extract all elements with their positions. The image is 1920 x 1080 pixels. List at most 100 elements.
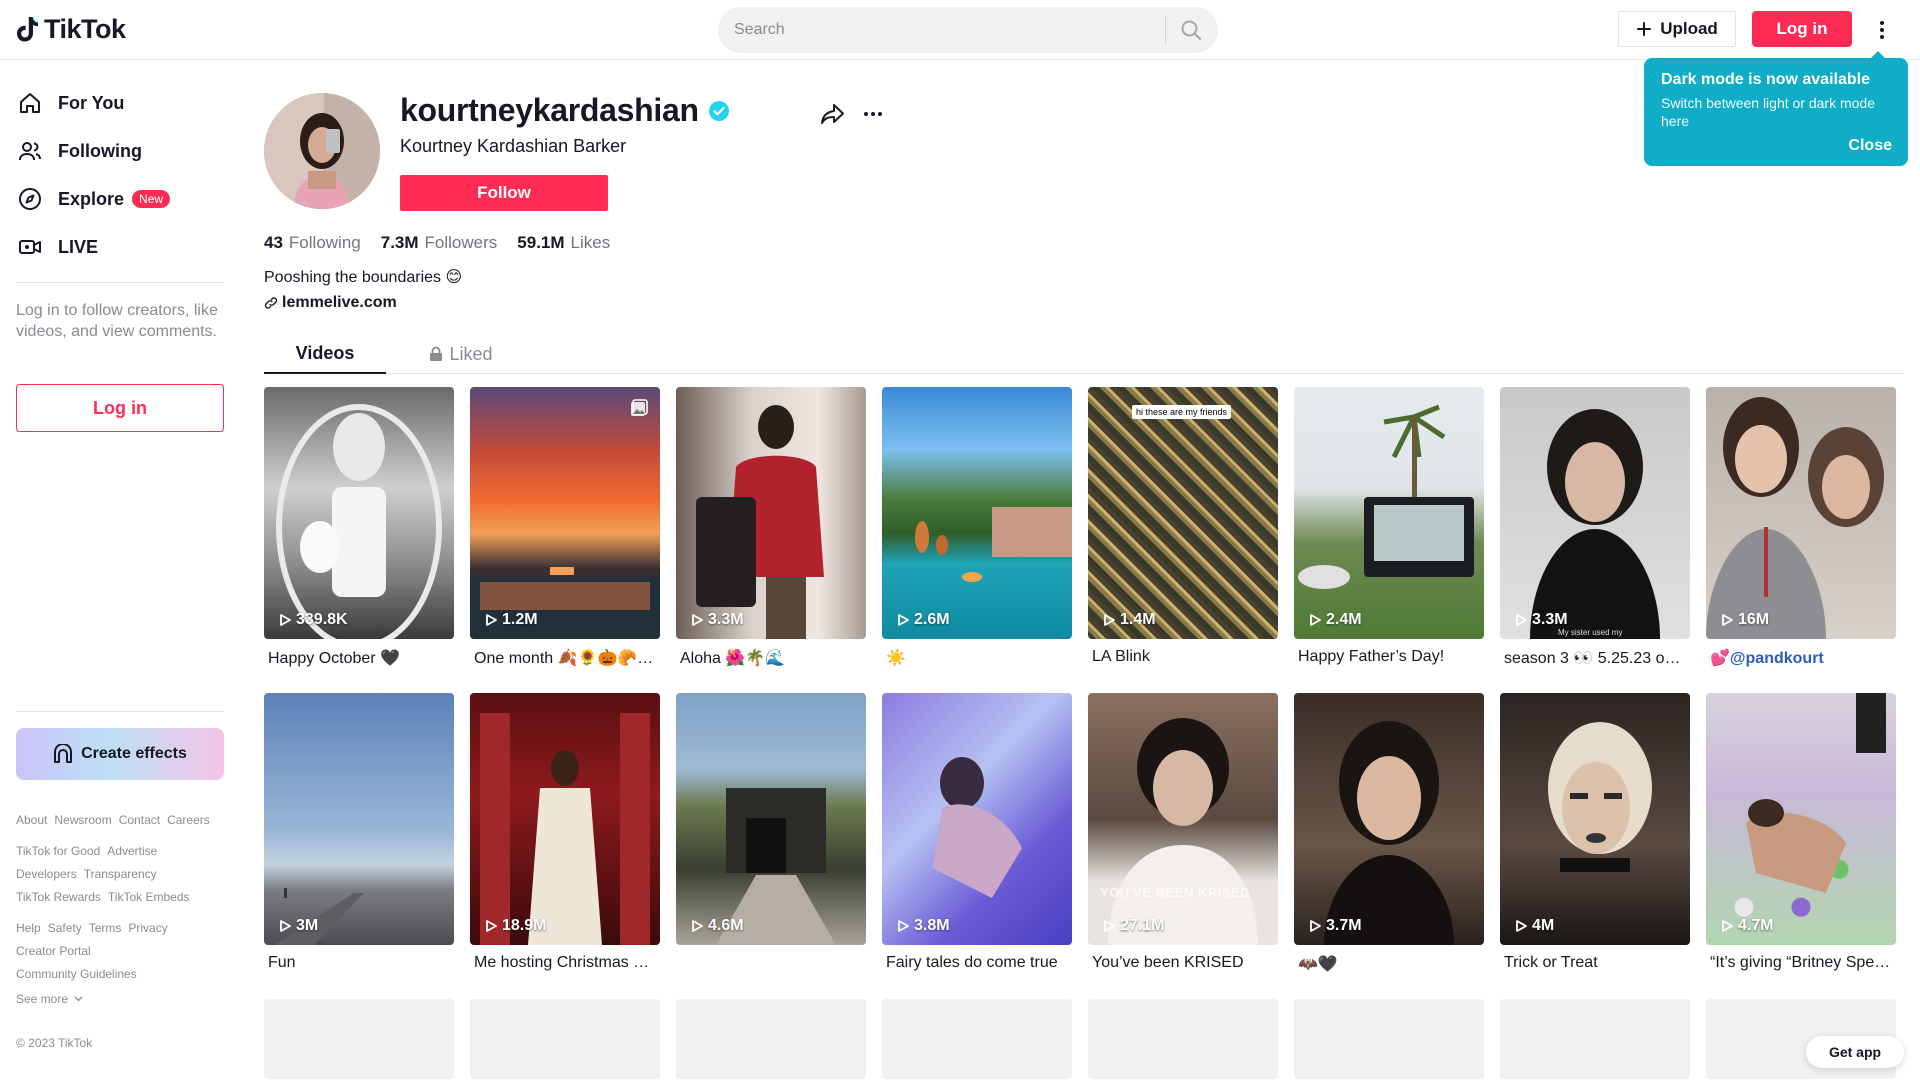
play-icon <box>1516 614 1527 626</box>
video-card[interactable]: 1.2M One month 🍂🌻🎃🥐🌰 <box>470 387 660 670</box>
effects-house-icon <box>54 744 73 763</box>
video-caption <box>676 954 862 976</box>
video-card[interactable]: 3.7M 🦇🖤 <box>1294 693 1484 976</box>
sidebar-item-following[interactable]: Following <box>16 131 142 171</box>
video-card[interactable]: 3M Fun <box>264 693 454 976</box>
footer-link[interactable]: Creator Portal <box>16 943 91 959</box>
sidebar-item-label: Explore <box>58 188 125 209</box>
footer-link[interactable]: Privacy <box>128 920 167 936</box>
play-icon <box>1516 920 1527 932</box>
header-login-button[interactable]: Log in <box>1752 11 1852 47</box>
sidebar-item-explore[interactable]: Explore New <box>16 179 171 219</box>
top-header: TikTok Upload Log in <box>0 0 1920 60</box>
play-icon <box>692 920 703 932</box>
profile-bio: Pooshing the boundaries 😊 <box>264 269 463 286</box>
upload-button[interactable]: Upload <box>1618 11 1736 47</box>
create-effects-label: Create effects <box>81 745 187 762</box>
view-count: 4.7M <box>1720 917 1774 935</box>
video-card[interactable]: hi these are my friends 1.4M LA Blink <box>1088 387 1278 670</box>
profile-more-icon[interactable] <box>864 112 882 116</box>
video-card[interactable]: YOU'VE BEEN KRISED 27.1M You’ve been KRI… <box>1088 693 1278 976</box>
footer-link[interactable]: Newsroom <box>54 812 111 828</box>
video-card[interactable]: My sister used my 3.3M season 3 👀 5.25.2… <box>1500 387 1690 670</box>
video-card[interactable]: 18.9M Me hosting Christmas Eve <box>470 693 660 976</box>
video-thumbnail: YOU'VE BEEN KRISED 27.1M <box>1088 693 1278 945</box>
home-icon <box>16 89 44 117</box>
video-overlay-text: hi these are my friends <box>1132 405 1232 419</box>
play-icon <box>1310 614 1321 626</box>
video-thumbnail: 3M <box>264 693 454 945</box>
create-effects-button[interactable]: Create effects <box>16 728 224 780</box>
compass-icon <box>16 185 44 213</box>
sidebar-item-live[interactable]: LIVE <box>16 227 98 267</box>
video-card[interactable]: 2.6M ☀️ <box>882 387 1072 670</box>
video-card[interactable]: 2.4M Happy Father’s Day! <box>1294 387 1484 670</box>
footer-link[interactable]: About <box>16 812 47 828</box>
footer-link[interactable]: Safety <box>48 920 82 936</box>
upload-label: Upload <box>1660 19 1718 38</box>
footer-links-row: Creator Portal <box>16 943 236 959</box>
video-card[interactable]: 4.7M “It’s giving “Britney Spears” <box>1706 693 1896 976</box>
video-caption[interactable]: 💕@pandkourt <box>1706 648 1892 670</box>
tab-videos[interactable]: Videos <box>264 334 386 374</box>
video-caption: Happy October 🖤 <box>268 650 400 667</box>
video-card[interactable]: 4.6M <box>676 693 866 976</box>
footer-link[interactable]: Community Guidelines <box>16 966 137 982</box>
likes-stat: 59.1M Likes <box>517 233 610 253</box>
see-more-button[interactable]: See more <box>16 992 83 1006</box>
view-count: 3.3M <box>690 611 744 629</box>
tiktok-logo[interactable]: TikTok <box>16 14 126 45</box>
video-thumbnail: hi these are my friends 1.4M <box>1088 387 1278 639</box>
footer-link[interactable]: Contact <box>119 812 160 828</box>
footer-link[interactable]: Developers <box>16 866 77 882</box>
tab-liked[interactable]: Liked <box>416 334 506 374</box>
video-card[interactable]: 16M 💕@pandkourt <box>1706 387 1896 670</box>
view-count: 2.4M <box>1308 611 1362 629</box>
followers-stat[interactable]: 7.3M Followers <box>381 233 498 253</box>
footer-link[interactable]: Transparency <box>84 866 157 882</box>
footer-link[interactable]: Terms <box>89 920 122 936</box>
profile-stats: 43 Following 7.3M Followers 59.1M Likes <box>264 233 610 253</box>
video-card[interactable]: 3.3M Aloha 🌺🌴🌊 <box>676 387 866 670</box>
video-card[interactable]: 4M Trick or Treat <box>1500 693 1690 976</box>
sidebar-item-label: LIVE <box>58 236 99 257</box>
sidebar-login-button[interactable]: Log in <box>16 384 224 432</box>
view-count: 27.1M <box>1102 917 1164 935</box>
play-icon <box>1104 920 1115 932</box>
sidebar-item-label: For You <box>58 92 125 113</box>
search-input[interactable] <box>718 21 1158 39</box>
profile-link[interactable]: lemmelive.com <box>264 294 397 312</box>
logo-text: TikTok <box>44 14 126 44</box>
photo-gallery-icon <box>630 399 648 422</box>
footer-link[interactable]: Advertise <box>107 843 157 859</box>
search-button[interactable] <box>1178 18 1204 42</box>
video-card[interactable]: 339.8K Happy October 🖤 <box>264 387 454 670</box>
video-overlay-text: YOU'VE BEEN KRISED <box>1100 885 1251 900</box>
play-icon <box>280 614 291 626</box>
get-app-button[interactable]: Get app <box>1806 1036 1904 1068</box>
footer-link[interactable]: TikTok Embeds <box>108 889 190 905</box>
play-icon <box>692 614 703 626</box>
footer-link[interactable]: Careers <box>167 812 210 828</box>
footer-link[interactable]: TikTok for Good <box>16 843 100 859</box>
view-count: 2.6M <box>896 611 950 629</box>
video-thumbnail: 1.2M <box>470 387 660 639</box>
footer-links-row: Community Guidelines <box>16 966 236 982</box>
footer-link[interactable]: Help <box>16 920 41 936</box>
view-count: 3.7M <box>1308 917 1362 935</box>
share-icon[interactable] <box>820 102 846 131</box>
video-thumbnail: 339.8K <box>264 387 454 639</box>
following-stat[interactable]: 43 Following <box>264 233 361 253</box>
sidebar-item-for-you[interactable]: For You <box>16 83 124 123</box>
view-count: 1.4M <box>1102 611 1156 629</box>
see-more-label: See more <box>16 992 69 1006</box>
footer-link[interactable]: TikTok Rewards <box>16 889 101 905</box>
play-icon <box>280 920 291 932</box>
follow-button[interactable]: Follow <box>400 175 608 211</box>
following-label: Following <box>288 233 361 252</box>
more-menu-icon[interactable] <box>1870 16 1894 44</box>
video-card[interactable]: 3.8M Fairy tales do come true <box>882 693 1072 976</box>
video-placeholder <box>264 999 454 1079</box>
tiktok-logo-icon <box>17 16 39 41</box>
username-text: kourtneykardashian <box>400 92 699 128</box>
